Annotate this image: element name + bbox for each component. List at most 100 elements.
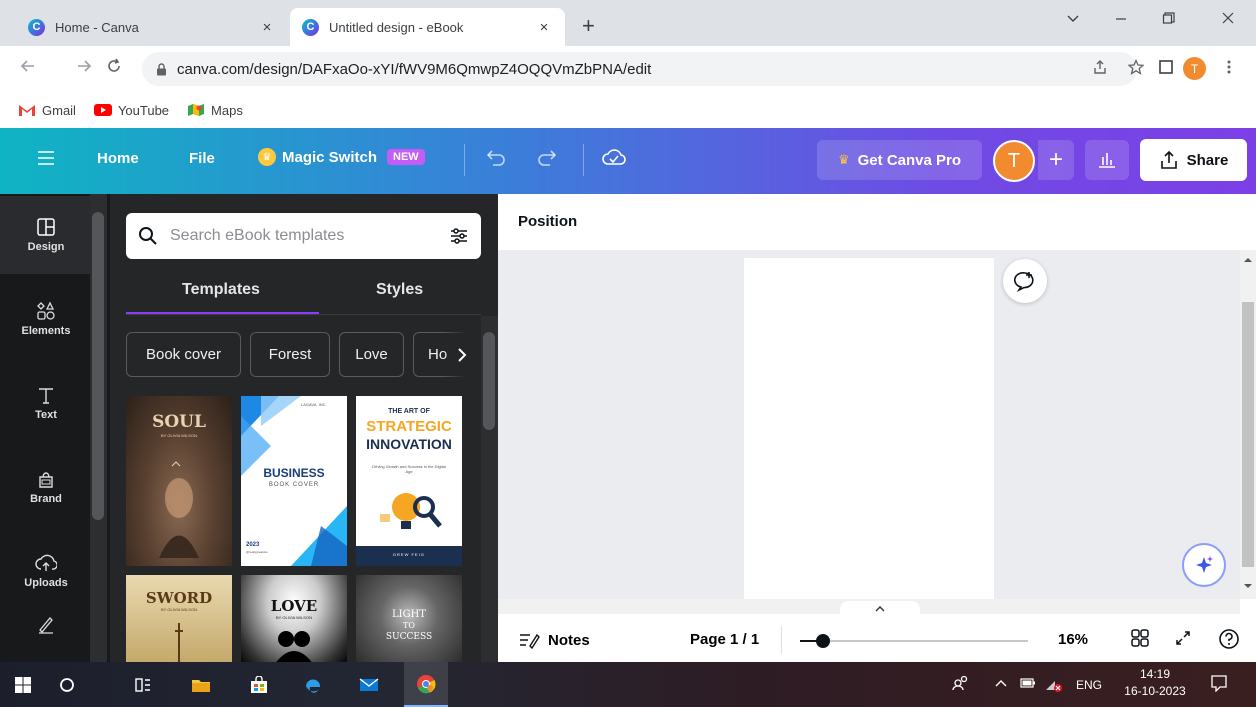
tab-title: Untitled design - eBook bbox=[329, 19, 464, 35]
rail-scroll-thumb[interactable] bbox=[92, 212, 104, 520]
task-view-icon[interactable] bbox=[128, 662, 158, 707]
help-icon[interactable] bbox=[1218, 628, 1240, 650]
tab-templates[interactable]: Templates bbox=[182, 281, 260, 299]
template-search-input[interactable]: Search eBook templates bbox=[126, 213, 481, 259]
rail-label: Elements bbox=[21, 325, 71, 337]
template-light-to-success[interactable]: LIGHT TO SUCCESS bbox=[356, 575, 462, 665]
battery-icon[interactable] bbox=[1020, 678, 1036, 688]
comment-add-icon bbox=[1014, 271, 1034, 292]
template-business[interactable]: LAGAVA, INC. BUSINESS BOOK COVER 2023 @r… bbox=[241, 396, 347, 566]
close-tab-icon[interactable]: × bbox=[535, 19, 553, 36]
template-line2: STRATEGIC bbox=[366, 418, 452, 435]
bookmark-maps[interactable]: Maps bbox=[187, 103, 243, 118]
close-tab-icon[interactable]: × bbox=[258, 19, 276, 36]
windows-start-icon[interactable] bbox=[8, 662, 38, 707]
home-link[interactable]: Home bbox=[97, 150, 139, 167]
clock-date: 16-10-2023 bbox=[1124, 684, 1186, 698]
restore-icon[interactable] bbox=[1162, 11, 1176, 25]
get-canva-pro-button[interactable]: ♛ Get Canva Pro bbox=[817, 140, 982, 180]
people-icon[interactable] bbox=[952, 674, 970, 690]
template-sword[interactable]: SWORD BY OLIVIA WILSON bbox=[126, 575, 232, 665]
rail-item-design[interactable]: Design bbox=[0, 196, 92, 274]
language-indicator[interactable]: ENG bbox=[1076, 678, 1102, 692]
chrome-taskbar-icon[interactable] bbox=[404, 662, 448, 707]
template-line2: TO bbox=[403, 621, 415, 630]
fullscreen-icon[interactable] bbox=[1173, 628, 1193, 648]
template-love[interactable]: LOVE BY OLIVIA WILSON bbox=[241, 575, 347, 665]
network-disconnected-icon[interactable] bbox=[1045, 678, 1063, 692]
browser-tab-home[interactable]: C Home - Canva × bbox=[16, 8, 288, 46]
clock-time: 14:19 bbox=[1139, 667, 1171, 681]
file-menu[interactable]: File bbox=[189, 150, 215, 167]
close-window-icon[interactable] bbox=[1221, 11, 1235, 25]
zoom-percentage[interactable]: 16% bbox=[1058, 631, 1088, 648]
share-page-icon[interactable] bbox=[1092, 59, 1108, 75]
browser-tab-design[interactable]: C Untitled design - eBook × bbox=[290, 8, 565, 46]
template-author: BY OLIVIA WILSON bbox=[276, 615, 312, 620]
crown-icon: ♛ bbox=[837, 152, 850, 167]
rail-item-brand[interactable]: Brand bbox=[0, 448, 92, 526]
back-icon[interactable] bbox=[20, 58, 36, 74]
new-tab-button[interactable]: + bbox=[582, 15, 595, 37]
add-people-button[interactable]: + bbox=[1038, 140, 1074, 180]
bookmark-gmail[interactable]: Gmail bbox=[18, 103, 76, 118]
rail-item-draw[interactable] bbox=[0, 596, 92, 656]
browser-menu-icon[interactable] bbox=[1226, 59, 1232, 75]
edge-browser-icon[interactable] bbox=[298, 662, 328, 707]
notifications-icon[interactable] bbox=[1210, 674, 1228, 692]
tab-title: Home - Canva bbox=[55, 19, 139, 35]
user-avatar[interactable]: T bbox=[993, 140, 1035, 182]
forward-icon[interactable] bbox=[76, 58, 92, 74]
store-icon[interactable] bbox=[244, 662, 274, 707]
filter-sliders-icon[interactable] bbox=[449, 226, 469, 246]
add-comment-button[interactable] bbox=[1003, 259, 1047, 303]
filter-chip-love[interactable]: Love bbox=[339, 332, 404, 377]
share-button[interactable]: Share bbox=[1140, 139, 1247, 181]
filter-chip-forest[interactable]: Forest bbox=[250, 332, 330, 377]
cloud-saved-icon[interactable] bbox=[602, 147, 626, 167]
filter-chip-book-cover[interactable]: Book cover bbox=[126, 332, 241, 377]
template-strategic-innovation[interactable]: THE ART OF STRATEGIC INNOVATION Driving … bbox=[356, 396, 462, 566]
scroll-up-arrow-icon[interactable] bbox=[1242, 256, 1254, 264]
magic-switch-button[interactable]: ♛ Magic Switch NEW bbox=[258, 148, 425, 166]
side-panel-icon[interactable] bbox=[1158, 59, 1174, 75]
template-soul[interactable]: SOUL BY OLIVIA WILSON bbox=[126, 396, 232, 566]
rail-item-elements[interactable]: Elements bbox=[0, 280, 92, 358]
rail-item-text[interactable]: Text bbox=[0, 364, 92, 442]
canva-header: Home File ♛ Magic Switch NEW ♛ Get Canva… bbox=[0, 128, 1256, 194]
system-clock[interactable]: 14:19 16-10-2023 bbox=[1119, 666, 1191, 700]
position-button[interactable]: Position bbox=[518, 213, 577, 230]
bookmark-star-icon[interactable] bbox=[1128, 59, 1144, 75]
grid-view-icon[interactable] bbox=[1130, 628, 1150, 648]
file-explorer-icon[interactable] bbox=[186, 662, 216, 707]
scroll-down-arrow-icon[interactable] bbox=[1242, 582, 1254, 590]
tab-styles[interactable]: Styles bbox=[376, 281, 423, 299]
browser-profile-avatar[interactable]: T bbox=[1183, 57, 1206, 80]
tab-search-icon[interactable] bbox=[1066, 11, 1080, 25]
menu-hamburger-icon[interactable] bbox=[37, 150, 55, 166]
chevron-right-icon[interactable] bbox=[444, 332, 480, 377]
bar-chart-icon bbox=[1099, 153, 1115, 168]
reload-icon[interactable] bbox=[106, 58, 122, 74]
zoom-slider-knob[interactable] bbox=[816, 634, 830, 648]
panel-scroll-thumb[interactable] bbox=[483, 332, 495, 430]
url-bar[interactable]: canva.com/design/DAFxaOo-xYI/fWV9M6QmwpZ… bbox=[142, 52, 1137, 86]
template-year: 2023 bbox=[246, 542, 260, 548]
minimize-icon[interactable] bbox=[1114, 11, 1128, 25]
chevron-up-tray-icon[interactable] bbox=[994, 678, 1008, 688]
undo-icon[interactable] bbox=[485, 147, 507, 167]
magic-assistant-button[interactable] bbox=[1182, 543, 1226, 587]
rail-label: Design bbox=[27, 241, 65, 253]
design-page[interactable] bbox=[744, 258, 994, 599]
mail-icon[interactable] bbox=[354, 662, 384, 707]
redo-icon[interactable] bbox=[536, 147, 558, 167]
insights-button[interactable] bbox=[1085, 140, 1129, 180]
search-circle-icon[interactable] bbox=[52, 662, 82, 707]
template-title: SWORD bbox=[145, 589, 213, 607]
bookmark-youtube[interactable]: YouTube bbox=[93, 103, 169, 118]
canvas-vertical-scroll-thumb[interactable] bbox=[1242, 302, 1254, 567]
zoom-slider-track[interactable] bbox=[800, 640, 1028, 642]
notes-button[interactable]: Notes bbox=[518, 631, 590, 649]
page-indicator[interactable]: Page 1 / 1 bbox=[690, 631, 759, 648]
editor-toolbar bbox=[498, 194, 1256, 250]
